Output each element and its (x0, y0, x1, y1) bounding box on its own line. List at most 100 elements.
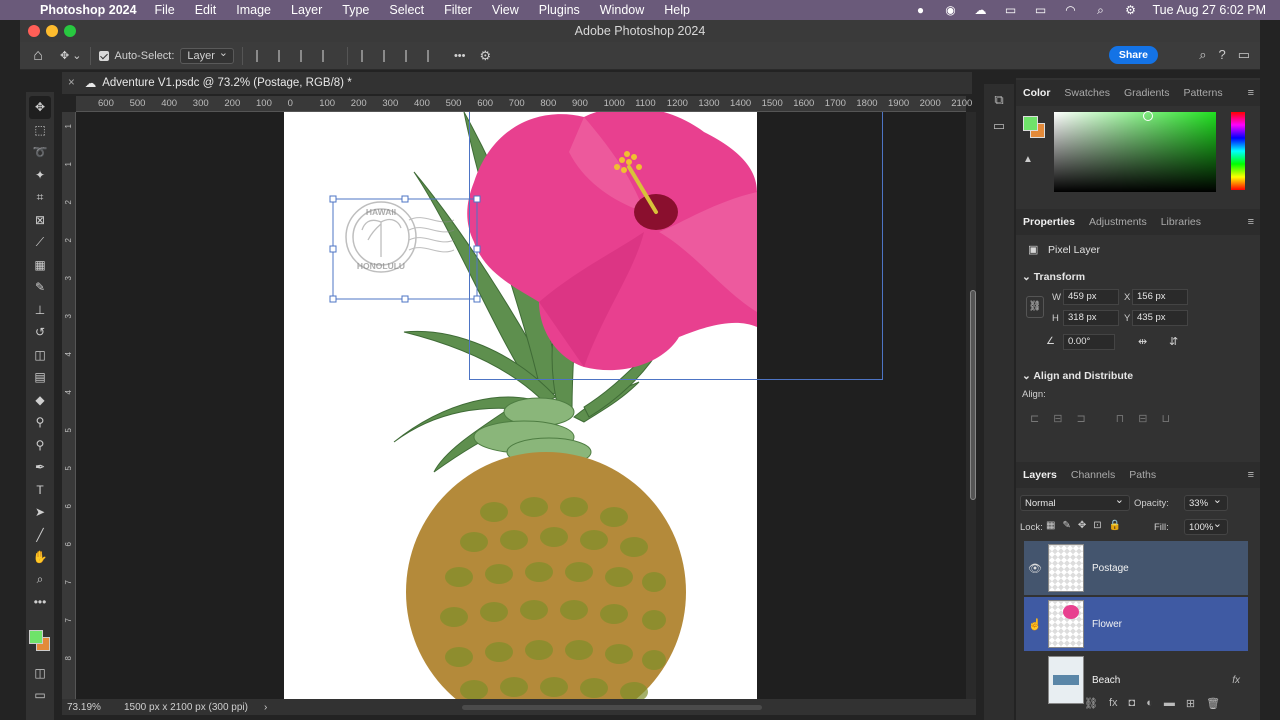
help-icon[interactable]: ? (1218, 47, 1225, 63)
type-tool-icon[interactable]: T (29, 479, 51, 502)
flip-horizontal-icon[interactable]: ⇹ (1138, 335, 1147, 348)
minimize-window-button[interactable] (46, 25, 58, 37)
x-field[interactable]: 156 px (1132, 289, 1188, 305)
brush-tool-icon[interactable]: ✎ (29, 276, 51, 299)
scroll-thumb[interactable] (970, 290, 976, 500)
crop-tool-icon[interactable]: ⌗ (29, 186, 51, 209)
search-icon[interactable]: ⌕ (1199, 47, 1206, 63)
menu-plugins[interactable]: Plugins (539, 3, 580, 17)
menu-layer[interactable]: Layer (291, 3, 322, 17)
tab-layers[interactable]: Layers (1016, 469, 1064, 481)
add-style-icon[interactable]: fx (1109, 697, 1118, 710)
tab-paths[interactable]: Paths (1122, 469, 1163, 481)
dodge-tool-icon[interactable]: ⚲ (29, 411, 51, 434)
canvas-area[interactable]: HAWAII HONOLULU (76, 112, 966, 699)
move-tool-preset-icon[interactable]: ✥ ⌄ (60, 49, 82, 62)
tab-libraries[interactable]: Libraries (1154, 216, 1208, 228)
color-picker-field[interactable] (1054, 111, 1216, 192)
align-horizontal-centers-icon[interactable]: ⊟ (1053, 412, 1062, 425)
clone-stamp-tool-icon[interactable]: ⊥ (29, 299, 51, 322)
tab-swatches[interactable]: Swatches (1057, 87, 1117, 99)
menu-filter[interactable]: Filter (444, 3, 472, 17)
picker-ring[interactable] (1143, 111, 1153, 121)
creative-cloud-icon[interactable]: ☁ (972, 3, 988, 17)
close-window-button[interactable] (28, 25, 40, 37)
menu-type[interactable]: Type (342, 3, 369, 17)
transform-section-toggle[interactable]: ⌄ Transform (1022, 271, 1085, 283)
wifi-icon[interactable]: ◠ (1062, 3, 1078, 17)
menubar-clock[interactable]: Tue Aug 27 6:02 PM (1152, 3, 1266, 17)
new-group-icon[interactable]: ▬ (1164, 697, 1175, 710)
align-top-edges-icon[interactable]: ⊓ (1116, 412, 1125, 425)
align-bottom-icon[interactable] (404, 49, 417, 62)
align-center-icon[interactable] (277, 49, 290, 62)
spotlight-search-icon[interactable]: ⌕ (1092, 3, 1108, 17)
flip-vertical-icon[interactable]: ⇵ (1169, 335, 1178, 348)
app-menu[interactable]: Photoshop 2024 (40, 3, 137, 17)
share-button[interactable]: Share (1108, 46, 1158, 64)
blur-tool-icon[interactable]: ◆ (29, 389, 51, 412)
lasso-tool-icon[interactable]: ➰ (29, 141, 51, 164)
align-section-toggle[interactable]: ⌄ Align and Distribute (1022, 370, 1133, 382)
spot-tool-icon[interactable]: ⚲ (29, 434, 51, 457)
menu-image[interactable]: Image (236, 3, 271, 17)
height-field[interactable]: 318 px (1063, 310, 1119, 326)
foreground-color-swatch[interactable] (29, 630, 43, 644)
distribute-icon[interactable] (321, 49, 334, 62)
path-selection-tool-icon[interactable]: ➤ (29, 501, 51, 524)
move-tool-icon[interactable]: ✥ (29, 96, 51, 119)
menu-help[interactable]: Help (664, 3, 690, 17)
comments-icon[interactable]: ▭ (993, 118, 1005, 134)
width-field[interactable]: 459 px (1063, 289, 1119, 305)
screen-mode-icon[interactable]: ▭ (29, 684, 51, 707)
align-vertical-centers-icon[interactable]: ⊟ (1138, 412, 1147, 425)
eraser-tool-icon[interactable]: ◫ (29, 344, 51, 367)
zoom-window-button[interactable] (64, 25, 76, 37)
align-top-icon[interactable] (360, 49, 373, 62)
menu-edit[interactable]: Edit (195, 3, 217, 17)
align-middle-icon[interactable] (382, 49, 395, 62)
color-panel-foreground[interactable] (1023, 116, 1038, 131)
panel-menu-icon[interactable]: ≡ (1248, 216, 1254, 228)
zoom-level[interactable]: 73.19% (62, 702, 116, 713)
adjustment-layer-icon[interactable]: ◐ (1146, 697, 1153, 710)
y-field[interactable]: 435 px (1132, 310, 1188, 326)
home-icon[interactable]: ⌂ (20, 47, 56, 65)
tab-color[interactable]: Color (1016, 87, 1057, 99)
hue-slider[interactable] (1231, 112, 1245, 190)
healing-brush-tool-icon[interactable]: ▦ (29, 254, 51, 277)
marquee-tool-icon[interactable]: ⬚ (29, 119, 51, 142)
zoom-tool-icon[interactable]: ⌕ (29, 569, 51, 592)
align-left-icon[interactable] (255, 49, 268, 62)
auto-select-checkbox[interactable] (98, 50, 109, 61)
vertical-ruler[interactable]: 1 1 2 2 3 3 4 4 5 5 6 6 7 7 8 (62, 112, 76, 700)
tab-adjustments[interactable]: Adjustments (1082, 216, 1154, 228)
horizontal-scrollbar[interactable] (462, 705, 762, 710)
magic-wand-tool-icon[interactable]: ✦ (29, 164, 51, 187)
layer-row-flower[interactable]: ☝ Flower (1024, 597, 1248, 651)
align-bottom-edges-icon[interactable]: ⊔ (1161, 412, 1170, 425)
blend-mode-select[interactable]: Normal (1020, 493, 1130, 511)
layer-name[interactable]: Postage (1092, 563, 1129, 574)
frame-tool-icon[interactable]: ⊠ (29, 209, 51, 232)
link-dimensions-icon[interactable]: ⛓ (1026, 296, 1044, 318)
hand-tool-icon[interactable]: ✋ (29, 546, 51, 569)
link-layers-icon[interactable]: ⛓ (1084, 697, 1098, 710)
vertical-scrollbar[interactable] (966, 112, 976, 699)
more-options-button[interactable]: ••• (454, 50, 466, 62)
record-icon[interactable]: ● (912, 3, 928, 17)
panel-menu-icon[interactable]: ≡ (1248, 87, 1254, 99)
menu-view[interactable]: View (492, 3, 519, 17)
menu-select[interactable]: Select (389, 3, 424, 17)
close-tab-icon[interactable]: × (68, 77, 75, 89)
fill-field[interactable]: 100% (1184, 517, 1228, 535)
eyedropper-tool-icon[interactable]: ⟋ (29, 231, 51, 254)
layer-name[interactable]: Flower (1092, 619, 1122, 630)
opacity-field[interactable]: 33% (1184, 493, 1228, 511)
battery-icon[interactable]: ▭ (1032, 3, 1048, 17)
gradient-tool-icon[interactable]: ▤ (29, 366, 51, 389)
lock-icons[interactable]: ▦✎✥⊡🔒 (1046, 520, 1128, 531)
auto-select-dropdown[interactable]: Layer (180, 46, 234, 64)
align-right-edges-icon[interactable]: ⊐ (1076, 412, 1085, 425)
edit-toolbar-icon[interactable]: ••• (29, 591, 51, 614)
